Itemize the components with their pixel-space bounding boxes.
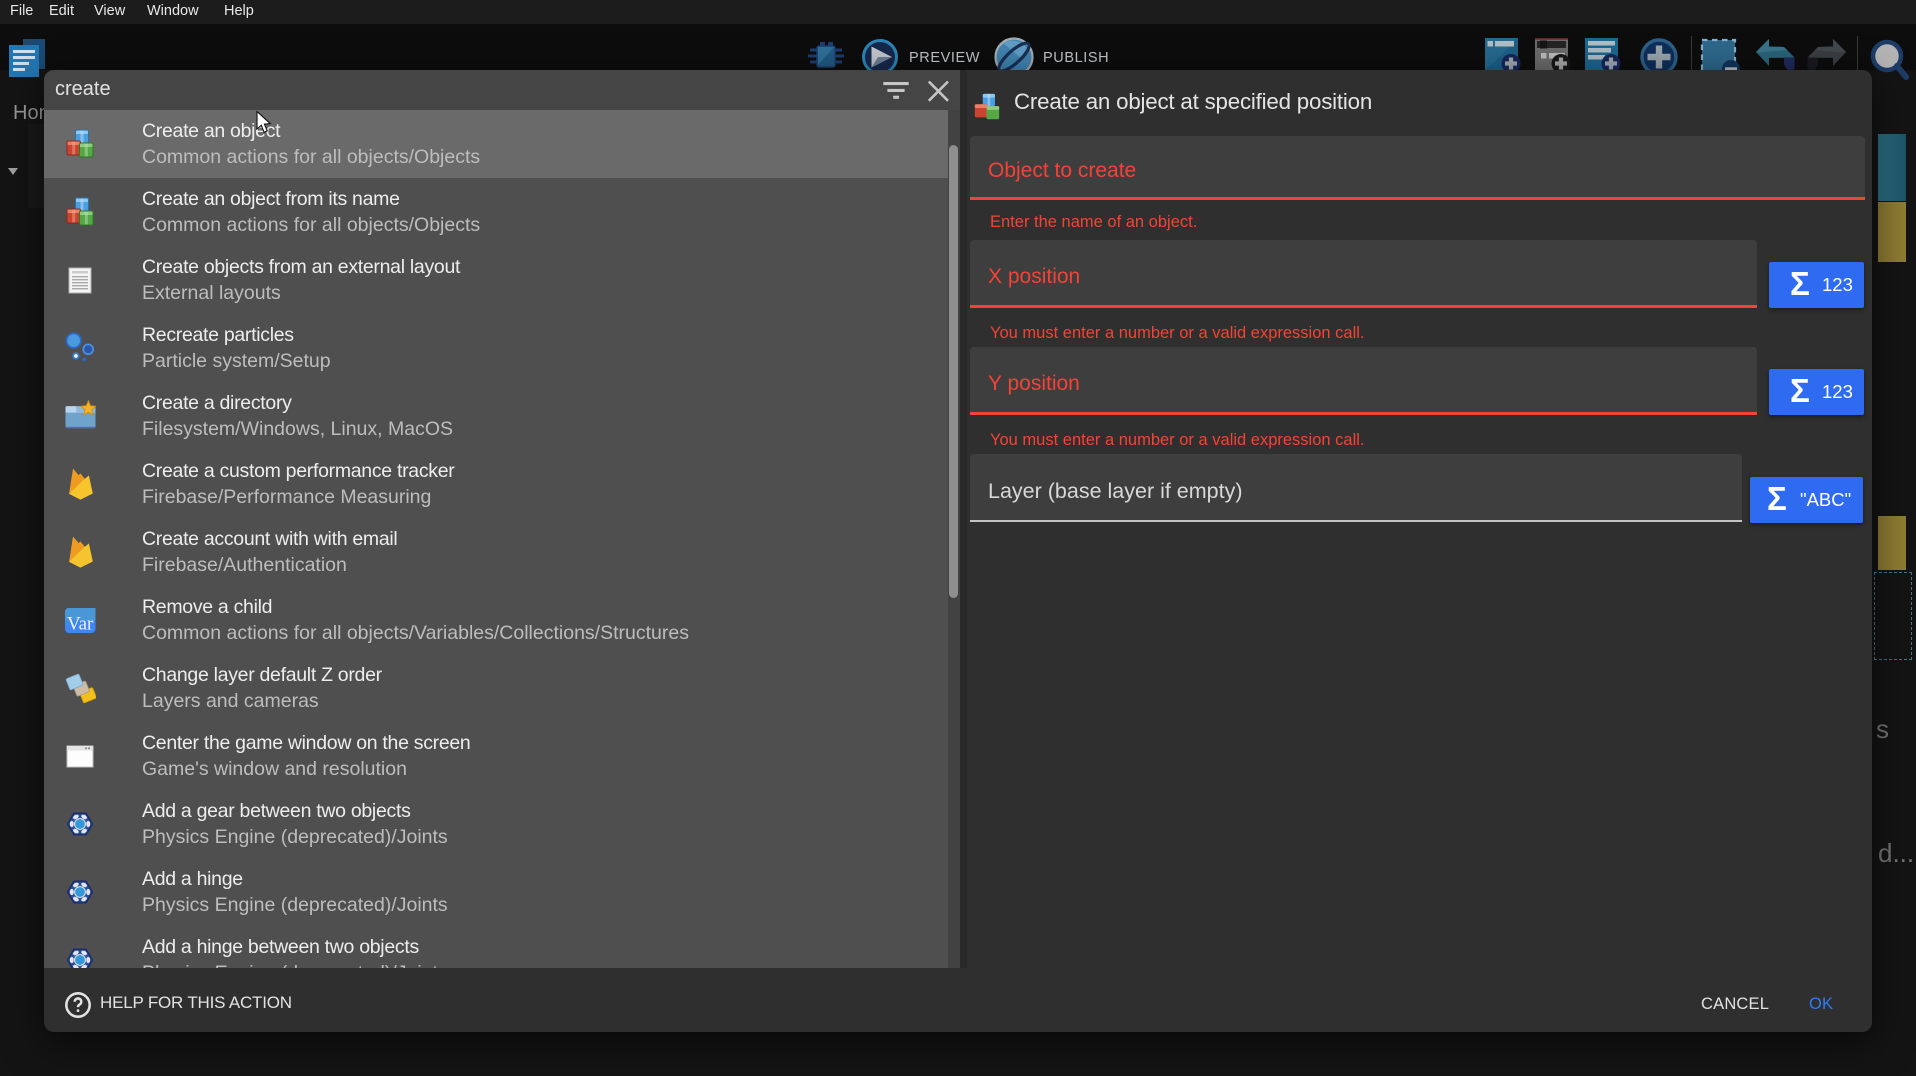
svg-text:Var: Var [67, 614, 94, 635]
